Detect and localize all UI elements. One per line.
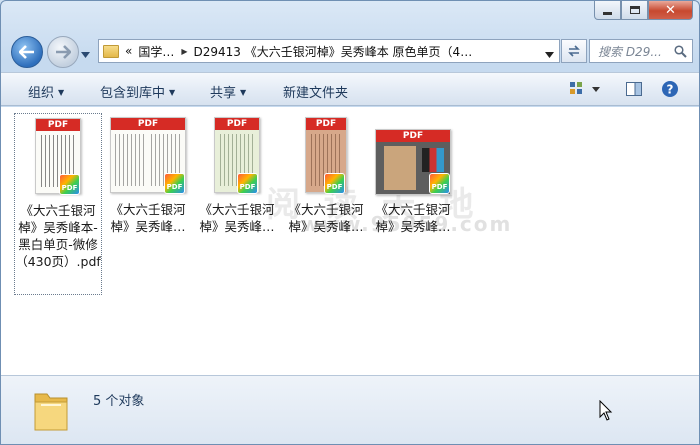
chevron-down-icon bbox=[81, 52, 90, 58]
folder-icon bbox=[103, 44, 119, 58]
file-thumbnail: PDF PDF bbox=[369, 117, 457, 197]
file-name: 《大六壬银河棹》吴秀峰… bbox=[110, 202, 186, 234]
organize-label: 组织 bbox=[28, 86, 55, 101]
forward-button[interactable] bbox=[47, 36, 79, 68]
pdf-header: PDF bbox=[36, 119, 80, 131]
file-item[interactable]: PDF PDF 《大六壬银河棹》吴秀峰… bbox=[282, 113, 370, 235]
address-dropdown[interactable] bbox=[545, 47, 554, 61]
chevron-right-icon[interactable]: ▶ bbox=[181, 47, 187, 56]
maximize-icon bbox=[629, 6, 640, 14]
preview-pane-icon bbox=[626, 82, 642, 96]
pdf-app-icon: PDF bbox=[237, 173, 258, 194]
organize-button[interactable]: 组织 ▼ bbox=[28, 82, 64, 101]
pdf-app-icon: PDF bbox=[164, 173, 185, 194]
search-placeholder: 搜索 D29... bbox=[598, 44, 662, 59]
pdf-app-icon: PDF bbox=[429, 173, 450, 194]
minimize-button[interactable] bbox=[594, 1, 621, 20]
file-thumbnail: PDF PDF bbox=[104, 117, 192, 197]
navigation-bar: « 国学… ▶ D29413 《大六壬银河棹》吴秀峰本 原色单页（4… 搜索 D… bbox=[1, 33, 699, 69]
new-folder-button[interactable]: 新建文件夹 bbox=[283, 82, 348, 101]
file-item[interactable]: PDF PDF 《大六壬银河棹》吴秀峰… bbox=[369, 113, 457, 235]
new-folder-label: 新建文件夹 bbox=[283, 86, 349, 101]
command-bar: 组织 ▼ 包含到库中 ▼ 共享 ▼ 新建文件夹 ? bbox=[1, 72, 699, 106]
file-name: 《大六壬银河棹》吴秀峰本-黑白单页-微修（430页）.pdf bbox=[15, 203, 101, 269]
help-icon: ? bbox=[662, 81, 678, 97]
breadcrumb-item-parent[interactable]: 国学… bbox=[138, 43, 174, 60]
arrow-left-icon bbox=[19, 45, 34, 59]
pdf-header: PDF bbox=[215, 118, 259, 130]
refresh-icon bbox=[568, 45, 580, 57]
svg-text:?: ? bbox=[667, 83, 674, 97]
chevron-down-icon: ▼ bbox=[169, 88, 176, 97]
pdf-header: PDF bbox=[376, 130, 450, 142]
explorer-window: ✕ « 国学… ▶ D29413 《大六壬银河棹》吴秀峰本 原色单页（4… 搜索… bbox=[0, 0, 700, 445]
color-chart-icon bbox=[422, 148, 444, 172]
pdf-header: PDF bbox=[306, 118, 346, 130]
file-item[interactable]: PDF PDF 《大六壬银河棹》吴秀峰… bbox=[104, 113, 192, 235]
file-name: 《大六壬银河棹》吴秀峰… bbox=[375, 202, 451, 234]
details-pane: 5 个对象 bbox=[1, 375, 699, 444]
file-thumbnail: PDF PDF bbox=[193, 117, 281, 197]
maximize-button[interactable] bbox=[621, 1, 648, 20]
close-button[interactable]: ✕ bbox=[648, 1, 693, 20]
file-thumbnail: PDF PDF bbox=[282, 117, 370, 197]
file-name: 《大六壬银河棹》吴秀峰… bbox=[199, 202, 275, 234]
preview-pane-button[interactable] bbox=[625, 80, 643, 101]
include-library-label: 包含到库中 bbox=[100, 86, 166, 101]
change-view-button[interactable] bbox=[569, 80, 601, 101]
minimize-icon bbox=[603, 11, 612, 15]
chevron-down-icon: ▼ bbox=[240, 88, 247, 97]
chevron-down-icon: ▼ bbox=[58, 88, 65, 97]
include-in-library-button[interactable]: 包含到库中 ▼ bbox=[100, 82, 175, 101]
window-controls: ✕ bbox=[594, 1, 693, 20]
search-icon bbox=[674, 44, 687, 58]
item-count-status: 5 个对象 bbox=[93, 394, 145, 409]
search-input[interactable]: 搜索 D29... bbox=[589, 39, 693, 63]
arrow-right-icon bbox=[56, 45, 71, 59]
file-item[interactable]: PDF PDF 《大六壬银河棹》吴秀峰本-黑白单页-微修（430页）.pdf bbox=[14, 113, 102, 295]
close-icon: ✕ bbox=[665, 2, 676, 18]
recent-pages-dropdown[interactable] bbox=[81, 47, 90, 61]
help-button[interactable]: ? bbox=[661, 80, 679, 101]
pdf-app-icon: PDF bbox=[59, 174, 80, 195]
breadcrumb-overflow[interactable]: « bbox=[125, 44, 132, 58]
refresh-button[interactable] bbox=[561, 39, 587, 63]
pdf-app-icon: PDF bbox=[324, 173, 345, 194]
file-name: 《大六壬银河棹》吴秀峰… bbox=[288, 202, 364, 234]
address-bar[interactable]: « 国学… ▶ D29413 《大六壬银河棹》吴秀峰本 原色单页（4… bbox=[98, 39, 560, 63]
mouse-cursor-icon bbox=[599, 400, 613, 421]
view-grid-icon bbox=[570, 82, 600, 94]
file-thumbnail: PDF PDF bbox=[15, 118, 101, 198]
chevron-down-icon bbox=[545, 52, 554, 58]
back-button[interactable] bbox=[11, 36, 43, 68]
share-button[interactable]: 共享 ▼ bbox=[210, 82, 246, 101]
pdf-header: PDF bbox=[111, 118, 185, 130]
folder-icon bbox=[34, 393, 68, 431]
file-item[interactable]: PDF PDF 《大六壬银河棹》吴秀峰… bbox=[193, 113, 281, 235]
file-list-view[interactable]: 阅 读 天 地 www.95959.com PDF PDF 《大六壬银河棹》吴秀… bbox=[1, 107, 699, 375]
breadcrumb-item-current[interactable]: D29413 《大六壬银河棹》吴秀峰本 原色单页（4… bbox=[194, 43, 473, 60]
share-label: 共享 bbox=[210, 86, 237, 101]
